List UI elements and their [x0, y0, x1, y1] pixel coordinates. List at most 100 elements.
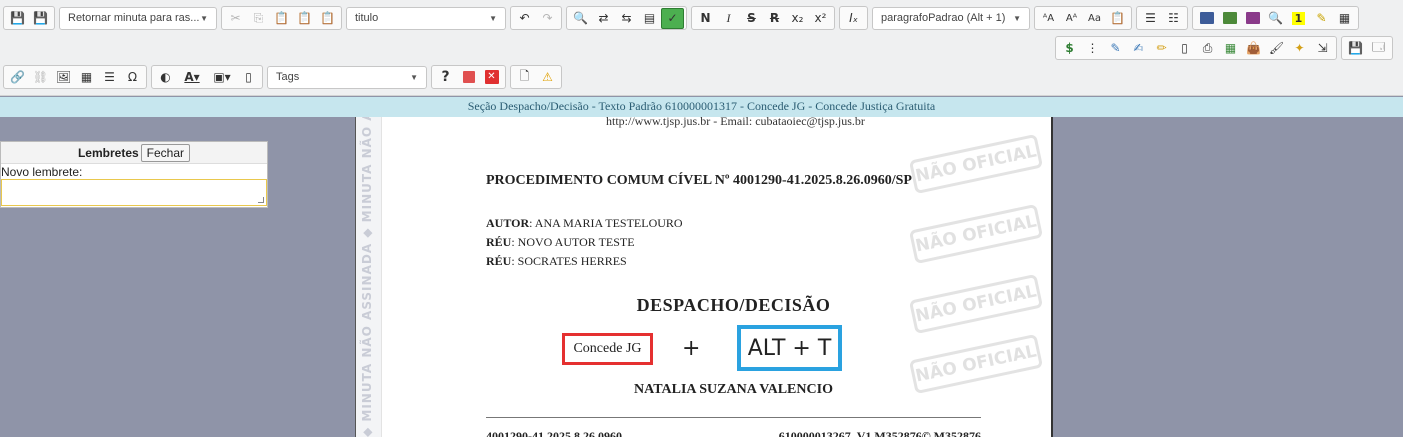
case-button[interactable]: Aa — [1083, 8, 1106, 29]
unlink-icon[interactable]: ⛓ — [29, 67, 52, 88]
select-all-icon[interactable]: ▤ — [638, 8, 661, 29]
close-icon[interactable]: ✕ — [480, 67, 503, 88]
save-close-icon[interactable]: 💾 — [29, 8, 52, 29]
format-group: N I S R x₂ x² — [691, 6, 835, 30]
toolbar-row-1: 💾 💾 Retornar minuta para ras... ▼ ✂ ⎘ 📋 📋… — [3, 5, 1363, 31]
help-group: ? ✕ — [431, 65, 506, 89]
document-page[interactable]: ◆ MINUTA NÃO ASSINADA ◆ MINUTA NÃO ASSIN… — [355, 117, 1053, 437]
warning-icon[interactable]: ⚠ — [536, 67, 559, 88]
dollar-icon[interactable]: $ — [1058, 38, 1081, 59]
link-icon[interactable]: 🔗 — [6, 67, 29, 88]
horizontal-rule-icon[interactable]: ☰ — [98, 67, 121, 88]
paragraph-select[interactable]: paragrafoPadrao (Alt + 1) ▼ — [872, 6, 1030, 30]
stamp-icon[interactable]: ✦ — [1288, 38, 1311, 59]
footer-document-id: 610000013267 .V1 M352876© M352876 — [778, 429, 981, 437]
resize-handle[interactable] — [258, 197, 264, 203]
party-defendant: RÉU: NOVO AUTOR TESTE — [486, 235, 635, 250]
paste-text-icon[interactable]: 📋 — [293, 8, 316, 29]
edit-doc-icon[interactable]: ✎ — [1104, 38, 1127, 59]
marker-icon[interactable]: ✎ — [1310, 8, 1333, 29]
paste-icon[interactable]: 📋 — [270, 8, 293, 29]
chevron-down-icon: ▼ — [200, 13, 208, 23]
comment-delete-icon[interactable] — [1241, 8, 1264, 29]
zoom-icon[interactable]: 🔍 — [1264, 8, 1287, 29]
save-group: 💾 💾 — [3, 6, 55, 30]
contrast-icon[interactable]: ◐ — [154, 67, 177, 88]
preview-icon[interactable]: 🗋 — [513, 67, 536, 88]
document-title: DESPACHO/DECISÃO — [636, 295, 831, 315]
strike-button[interactable]: S — [740, 8, 763, 29]
print-icon[interactable]: ⎙ — [1196, 38, 1219, 59]
undo-icon[interactable]: ↶ — [513, 8, 536, 29]
bullet-list-icon[interactable]: ☷ — [1162, 8, 1185, 29]
reminders-header: Lembretes Fechar — [1, 142, 267, 164]
table-icon[interactable]: ▦ — [1219, 38, 1242, 59]
superscript-button[interactable]: x² — [809, 8, 832, 29]
text-color-icon[interactable]: A▾ — [177, 67, 207, 88]
section-title-bar: Seção Despacho/Decisão - Texto Padrão 61… — [0, 97, 1403, 117]
highlight-number: 1 — [1291, 11, 1306, 25]
not-official-stamp: NÃO OFICIAL — [908, 133, 1044, 195]
toolbar-row-2: $ ⋮ ✎ ✍ ✏ ▯ ⎙ ▦ 👜 🖌 ✦ ⇲ 💾 🗔 — [1055, 35, 1397, 61]
redo-icon[interactable]: ↷ — [536, 8, 559, 29]
brush-icon[interactable]: 🖌 — [1265, 38, 1288, 59]
style-select[interactable]: titulo ▼ — [346, 6, 506, 30]
bold-button[interactable]: N — [694, 8, 717, 29]
party-defendant: RÉU: SOCRATES HERRES — [486, 254, 627, 269]
pencil-icon[interactable]: ✏ — [1150, 38, 1173, 59]
page-icon[interactable]: ▯ — [1173, 38, 1196, 59]
plus-sign: + — [682, 336, 701, 361]
shortcut-callout: ALT + T — [737, 325, 842, 371]
paragraph-value: paragrafoPadrao (Alt + 1) — [881, 12, 1006, 24]
numbered-list-icon[interactable]: ☰ — [1139, 8, 1162, 29]
table-insert-icon[interactable]: ▦ — [75, 67, 98, 88]
transfer-icon[interactable]: ⇲ — [1311, 38, 1334, 59]
maximize-icon[interactable] — [457, 67, 480, 88]
cut-icon[interactable]: ✂ — [224, 8, 247, 29]
page-margin: ◆ MINUTA NÃO ASSINADA ◆ MINUTA NÃO ASSIN… — [356, 117, 382, 437]
comment-icon[interactable] — [1195, 8, 1218, 29]
replace-icon[interactable]: ⇄ — [592, 8, 615, 29]
tags-value: Tags — [276, 71, 300, 83]
tags-select[interactable]: Tags ▼ — [267, 65, 427, 89]
chevron-down-icon: ▼ — [1013, 13, 1021, 23]
image-icon[interactable]: 🖼 — [52, 67, 75, 88]
party-name: : SOCRATES HERRES — [511, 254, 627, 268]
new-reminder-input[interactable] — [1, 179, 267, 206]
font-smaller-button[interactable]: Aᴬ — [1060, 8, 1083, 29]
paste-special-icon[interactable]: 📋 — [1106, 8, 1129, 29]
clear-format-button[interactable]: Iₓ — [842, 8, 865, 29]
save-version-group: 💾 🗔 — [1341, 36, 1393, 60]
calculator-icon[interactable]: ▦ — [1333, 8, 1356, 29]
remove-format-button[interactable]: R — [763, 8, 786, 29]
columns-icon[interactable]: ⋮ — [1081, 38, 1104, 59]
money-bag-icon[interactable]: 👜 — [1242, 38, 1265, 59]
search-group: 🔍 ⇄ ⇆ ▤ ✓ — [566, 6, 687, 30]
list-group: ☰ ☷ — [1136, 6, 1188, 30]
comment-edit-icon[interactable] — [1218, 8, 1241, 29]
help-button[interactable]: ? — [434, 67, 457, 88]
save-version-icon[interactable]: 💾 — [1344, 38, 1367, 59]
color-group: ◐ A▾ ▣▾ ▯ — [151, 65, 263, 89]
save-all-icon[interactable]: 🗔 — [1367, 38, 1390, 59]
copy-icon[interactable]: ⎘ — [247, 8, 270, 29]
spellcheck-icon[interactable]: ✓ — [661, 7, 684, 29]
paste-word-icon[interactable]: 📋 — [316, 8, 339, 29]
highlight-number-icon[interactable]: 1 — [1287, 8, 1310, 29]
find-icon[interactable]: 🔍 — [569, 8, 592, 29]
procedure-heading: PROCEDIMENTO COMUM CÍVEL Nº 4001290-41.2… — [486, 173, 912, 188]
font-larger-button[interactable]: ᴬA — [1037, 8, 1060, 29]
party-role: RÉU — [486, 235, 512, 249]
subscript-button[interactable]: x₂ — [786, 8, 809, 29]
return-draft-select[interactable]: Retornar minuta para ras... ▼ — [59, 6, 217, 30]
bg-color-icon[interactable]: ▣▾ — [207, 67, 237, 88]
save-icon[interactable]: 💾 — [6, 8, 29, 29]
extra-group: $ ⋮ ✎ ✍ ✏ ▯ ⎙ ▦ 👜 🖌 ✦ ⇲ — [1055, 36, 1337, 60]
replace-all-icon[interactable]: ⇆ — [615, 8, 638, 29]
italic-button[interactable]: I — [717, 8, 740, 29]
page-break-icon[interactable]: ▯ — [237, 67, 260, 88]
special-char-button[interactable]: Ω — [121, 67, 144, 88]
footer-process-number: 4001290-41.2025.8.26.0960 — [486, 429, 622, 437]
close-reminders-button[interactable]: Fechar — [140, 143, 191, 162]
edit-note-icon[interactable]: ✍ — [1127, 38, 1150, 59]
